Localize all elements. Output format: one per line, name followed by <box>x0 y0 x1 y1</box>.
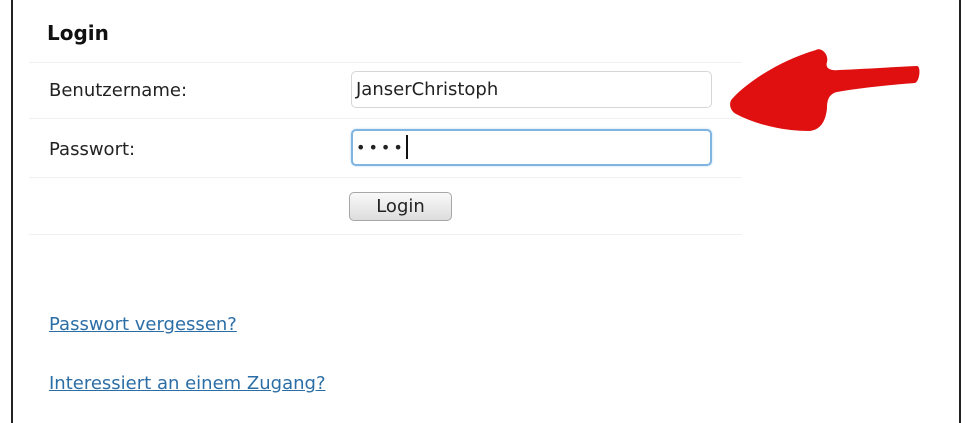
login-button[interactable]: Login <box>349 192 452 221</box>
username-value: JanserChristoph <box>356 79 499 100</box>
text-caret <box>405 134 408 159</box>
forgot-password-link[interactable]: Passwort vergessen? <box>49 314 237 335</box>
password-masked-value: •••• <box>356 138 406 157</box>
row-divider <box>29 234 742 235</box>
arrow-shape <box>730 49 920 131</box>
login-title: Login <box>47 21 109 45</box>
row-divider <box>29 118 742 119</box>
password-input[interactable]: •••• <box>351 129 712 166</box>
row-divider <box>29 177 742 178</box>
username-label: Benutzername: <box>49 80 188 101</box>
password-label: Passwort: <box>49 139 136 160</box>
arrow-icon <box>730 49 920 131</box>
row-divider <box>29 62 742 63</box>
username-input[interactable]: JanserChristoph <box>351 71 712 108</box>
request-access-link[interactable]: Interessiert an einem Zugang? <box>49 373 326 394</box>
